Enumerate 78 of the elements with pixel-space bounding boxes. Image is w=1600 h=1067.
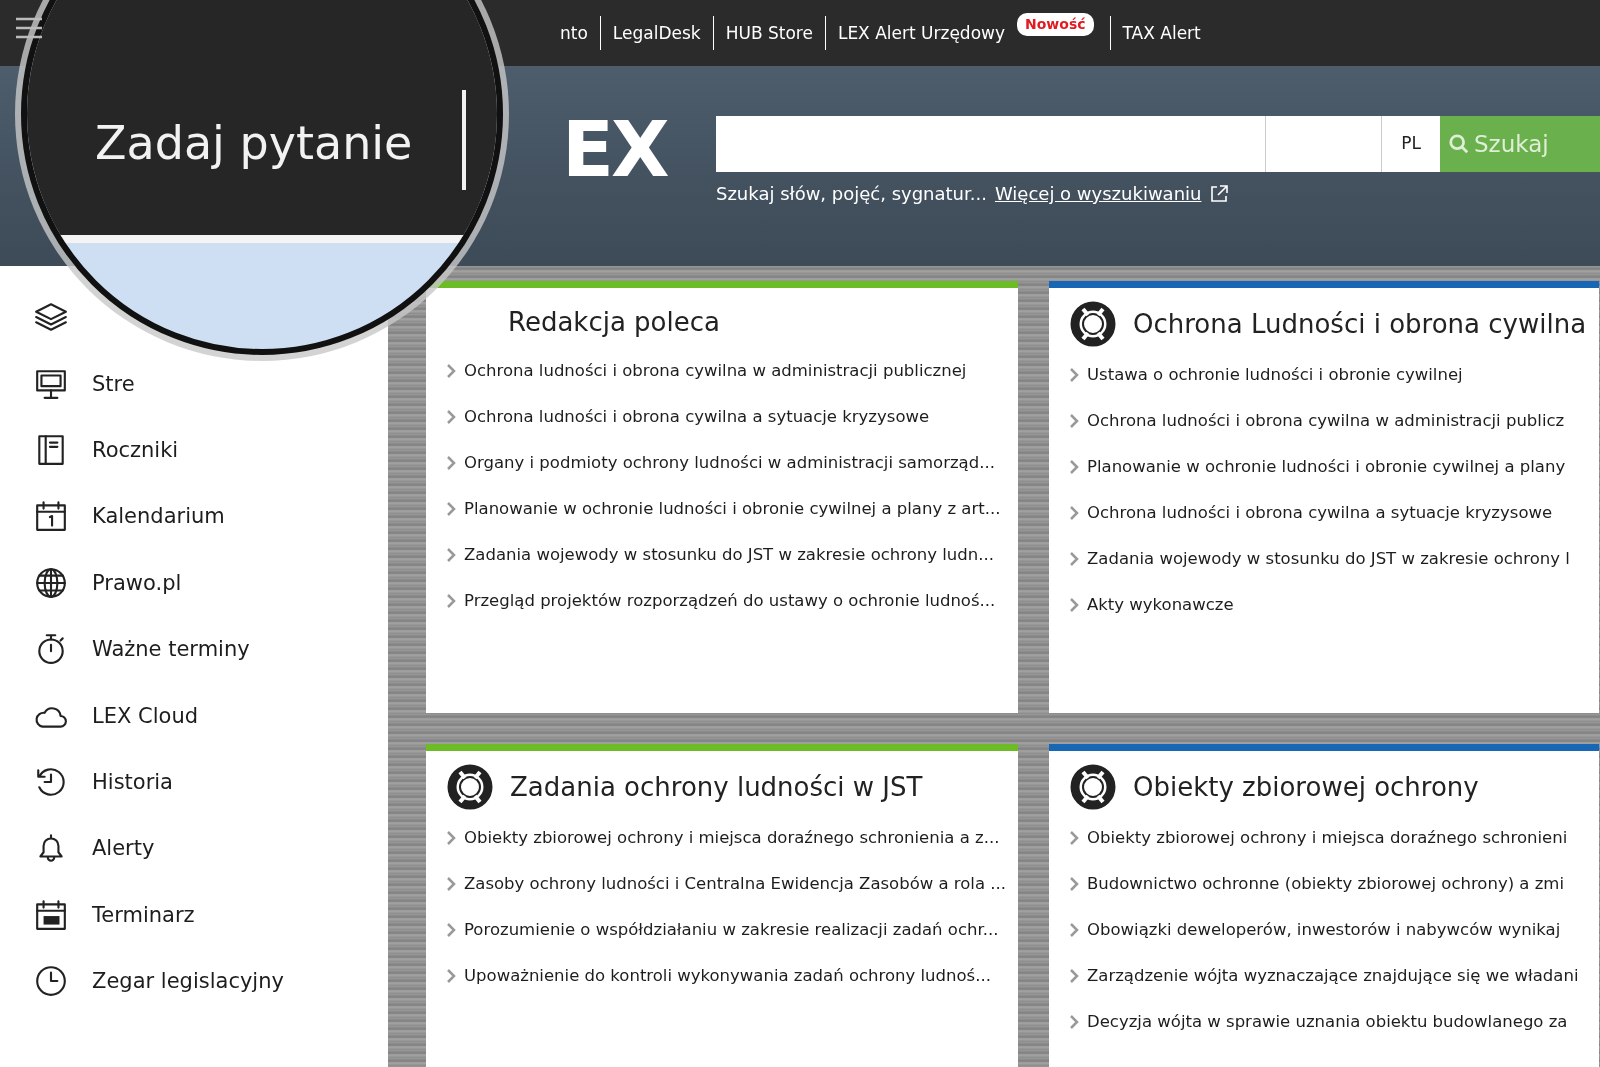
search-field[interactable] — [716, 116, 1266, 172]
panel-link[interactable]: Zadania wojewody w stosunku do JST w zakresie ochrony ludn... — [464, 543, 994, 567]
chevron-icon — [1069, 367, 1079, 383]
sidebar-item[interactable]: Alerty — [92, 836, 155, 861]
panel-link[interactable]: Porozumienie o współdziałaniu w zakresie realizacji zadań ochr... — [464, 918, 999, 942]
magnified-label[interactable]: Zadaj pytanie — [95, 109, 413, 178]
panel-link[interactable]: Obowiązki deweloperów, inwestorów i nabywców wynikaj — [1087, 918, 1561, 942]
panel-link[interactable]: Ochrona ludności i obrona cywilna w administracji publicz — [1087, 409, 1565, 433]
sidebar-item[interactable]: Roczniki — [92, 437, 179, 462]
panel-link[interactable]: Organy i podmioty ochrony ludności w administracji samorząd... — [464, 451, 995, 475]
panel-link[interactable]: Upoważnienie do kontroli wykonywania zadań ochrony ludnoś... — [464, 964, 991, 988]
top-nav-link[interactable]: nto — [560, 16, 600, 50]
clock-icon — [34, 964, 68, 999]
panel-link[interactable]: Obiekty zbiorowej ochrony i miejsca doraźnego schronieni — [1087, 826, 1568, 850]
sidebar-item[interactable]: Kalendarium — [92, 504, 225, 529]
search-scope-field[interactable] — [1266, 116, 1382, 172]
logo-text: EX — [562, 112, 669, 196]
external-link-icon — [1209, 183, 1230, 204]
top-nav-link[interactable]: HUB Store — [712, 16, 825, 50]
chevron-icon — [1069, 551, 1079, 567]
panel-link[interactable]: Planowanie w ochronie ludności i obronie cywilnej a plany z art... — [464, 497, 1001, 521]
panel-link[interactable]: Ochrona ludności i obrona cywilna w administracji publicznej — [464, 359, 967, 383]
panel-link[interactable]: Przegląd projektów rozporządzeń do ustawy o ochronie ludnoś... — [464, 589, 996, 613]
sidebar-item[interactable]: Terminarz — [92, 902, 195, 927]
sidebar-item[interactable]: LEX Cloud — [92, 703, 198, 728]
chevron-icon — [446, 876, 456, 892]
chevron-icon — [446, 830, 456, 846]
search-hint: Szukaj słów, pojęć, sygnatur... — [716, 182, 987, 206]
chevron-icon — [1069, 922, 1079, 938]
top-nav-link[interactable]: LegalDesk — [599, 16, 713, 50]
chevron-icon — [1069, 876, 1079, 892]
panel-link[interactable]: Zasoby ochrony ludności i Centralna Ewidencja Zasobów a rola ... — [464, 872, 1007, 896]
lifebuoy-icon — [446, 763, 494, 811]
panel-title: Obiekty zbiorowej ochrony — [1133, 771, 1479, 804]
chevron-icon — [1069, 597, 1079, 613]
panel-link[interactable]: Akty wykonawcze — [1087, 593, 1234, 617]
chevron-icon — [446, 409, 456, 425]
chevron-icon — [1069, 413, 1079, 429]
chevron-icon — [446, 922, 456, 938]
sidebar-item[interactable]: Zegar legislacyjny — [92, 969, 284, 994]
search-icon — [1448, 133, 1470, 155]
chevron-icon — [446, 363, 456, 379]
chevron-icon — [1069, 830, 1079, 846]
calendar-grid-icon — [34, 897, 68, 932]
chevron-icon — [1069, 968, 1079, 984]
chevron-icon — [446, 968, 456, 984]
panel-title: Zadania ochrony ludności w JST — [510, 771, 923, 804]
panel-link[interactable]: Planowanie w ochronie ludności i obronie cywilnej a plany — [1087, 455, 1566, 479]
calendar-icon — [34, 499, 68, 534]
language-selector[interactable]: PL — [1382, 116, 1440, 172]
chevron-icon — [1069, 459, 1079, 475]
chevron-icon — [446, 455, 456, 471]
panel-title: Ochrona Ludności i obrona cywilna — [1133, 308, 1587, 341]
sidebar-item[interactable]: Ważne terminy — [92, 637, 250, 662]
panel-title: Redakcja poleca — [508, 306, 720, 339]
sidebar-item[interactable]: Stre — [92, 371, 135, 396]
chevron-icon — [1069, 505, 1079, 521]
new-badge: Nowość — [1017, 12, 1094, 36]
top-nav-link[interactable]: LEX Alert Urzędowy — [824, 16, 1017, 50]
panel-link[interactable]: Ustawa o ochronie ludności i obronie cywilnej — [1087, 363, 1463, 387]
chevron-icon — [446, 501, 456, 517]
top-nav-link[interactable]: TAX Alert — [1109, 16, 1213, 50]
panel-link[interactable]: Zadania wojewody w stosunku do JST w zakresie ochrony l — [1087, 547, 1570, 571]
panel-link[interactable]: Zarządzenie wójta wyznaczające znajdujące się we władani — [1087, 964, 1579, 988]
sidebar-item[interactable]: Prawo.pl — [92, 570, 182, 595]
panel-link[interactable]: Obiekty zbiorowej ochrony i miejsca doraźnego schronienia a z... — [464, 826, 1000, 850]
panel-link[interactable]: Budownictwo ochronne (obiekty zbiorowej ochrony) a zmi — [1087, 872, 1564, 896]
lifebuoy-icon — [1069, 763, 1117, 811]
sidebar-item[interactable]: Historia — [92, 769, 173, 794]
chevron-icon — [1069, 1014, 1079, 1030]
globe-icon — [34, 565, 68, 600]
panel-link[interactable]: Ochrona ludności i obrona cywilna a sytuacje kryzysowe — [464, 405, 930, 429]
search-help-link[interactable]: Więcej o wyszukiwaniu — [994, 180, 1202, 207]
lifebuoy-icon — [1069, 300, 1117, 348]
chevron-icon — [446, 547, 456, 563]
panel-link[interactable]: Ochrona ludności i obrona cywilna a sytuacje kryzysowe — [1087, 501, 1553, 525]
panel-link[interactable]: Decyzja wójta w sprawie uznania obiektu budowlanego za — [1087, 1010, 1568, 1034]
chevron-icon — [446, 593, 456, 609]
